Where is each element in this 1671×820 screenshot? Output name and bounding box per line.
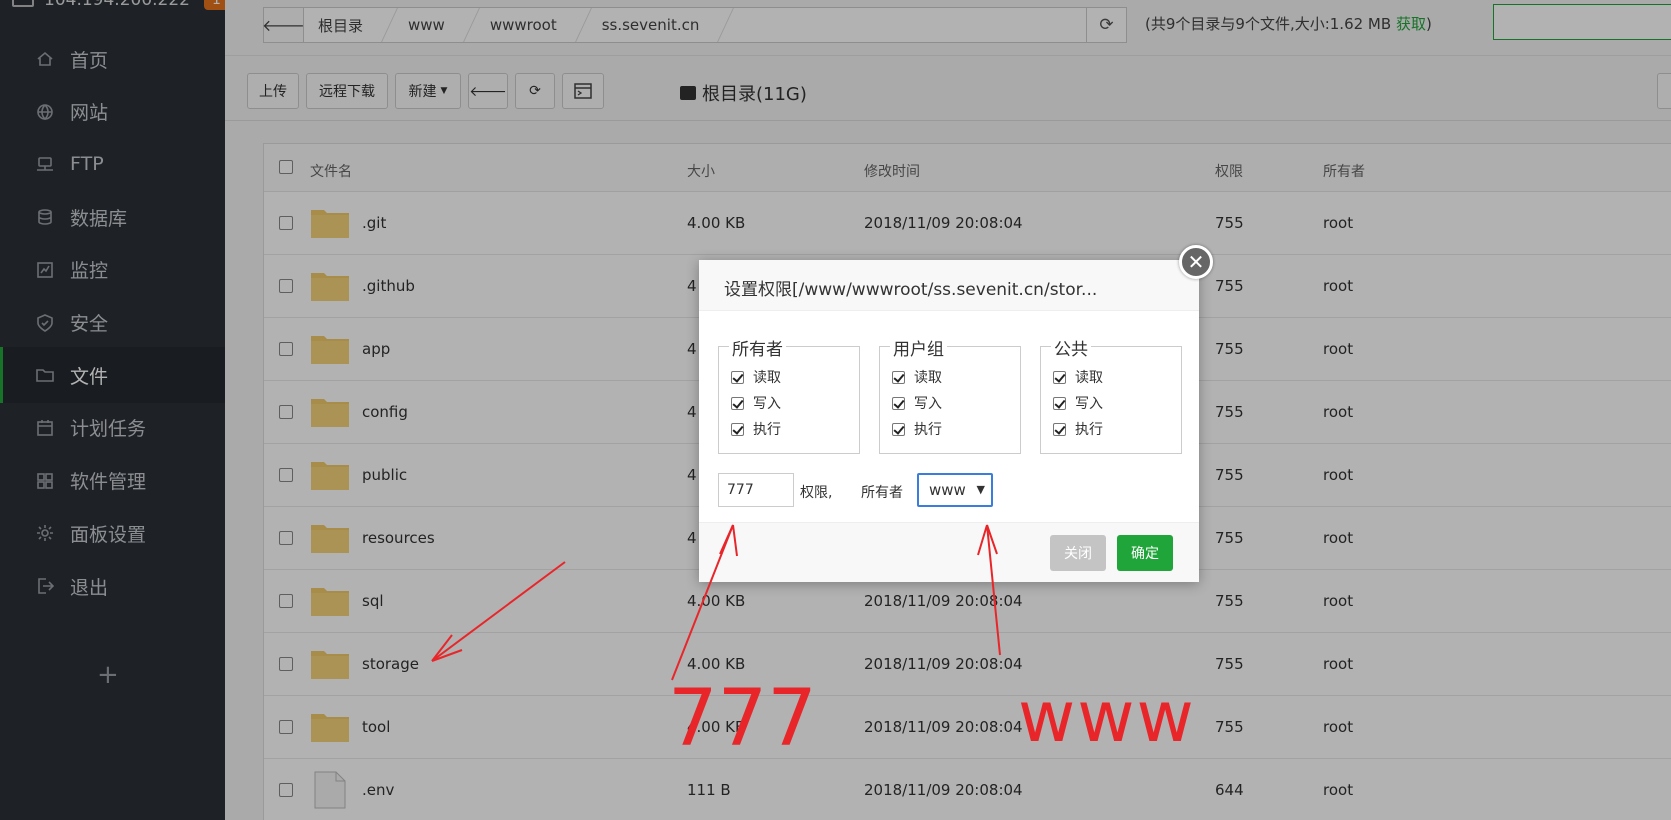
close-button[interactable]: 关闭: [1050, 535, 1106, 571]
public-exec-checkbox[interactable]: 执行: [1053, 419, 1103, 439]
perm-group-owner: 所有者 读取 写入 执行: [718, 335, 860, 454]
owner-write-checkbox[interactable]: 写入: [731, 393, 781, 413]
permission-dialog: 设置权限[/www/wwwroot/ss.sevenit.cn/stor... …: [699, 260, 1199, 582]
owner-exec-checkbox[interactable]: 执行: [731, 419, 781, 439]
group-write-checkbox[interactable]: 写入: [892, 393, 942, 413]
dialog-title: 设置权限[/www/wwwroot/ss.sevenit.cn/stor...: [699, 260, 1199, 311]
permission-input[interactable]: 777: [718, 473, 794, 507]
caret-down-icon: ▼: [976, 483, 985, 496]
dialog-close-icon[interactable]: ✕: [1179, 245, 1213, 279]
owner-read-checkbox[interactable]: 读取: [731, 367, 781, 387]
annotation-777: 777: [668, 674, 817, 764]
owner-select[interactable]: www ▼: [917, 473, 993, 507]
dialog-footer: 关闭 确定: [699, 522, 1199, 582]
perm-group-public: 公共 读取 写入 执行: [1040, 335, 1182, 454]
owner-label: 所有者: [861, 485, 903, 501]
public-read-checkbox[interactable]: 读取: [1053, 367, 1103, 387]
group-exec-checkbox[interactable]: 执行: [892, 419, 942, 439]
confirm-button[interactable]: 确定: [1117, 535, 1173, 571]
perm-group-usergroup: 用户组 读取 写入 执行: [879, 335, 1021, 454]
annotation-www: www: [1018, 676, 1196, 758]
permission-label: 权限,: [800, 485, 833, 501]
public-write-checkbox[interactable]: 写入: [1053, 393, 1103, 413]
group-read-checkbox[interactable]: 读取: [892, 367, 942, 387]
